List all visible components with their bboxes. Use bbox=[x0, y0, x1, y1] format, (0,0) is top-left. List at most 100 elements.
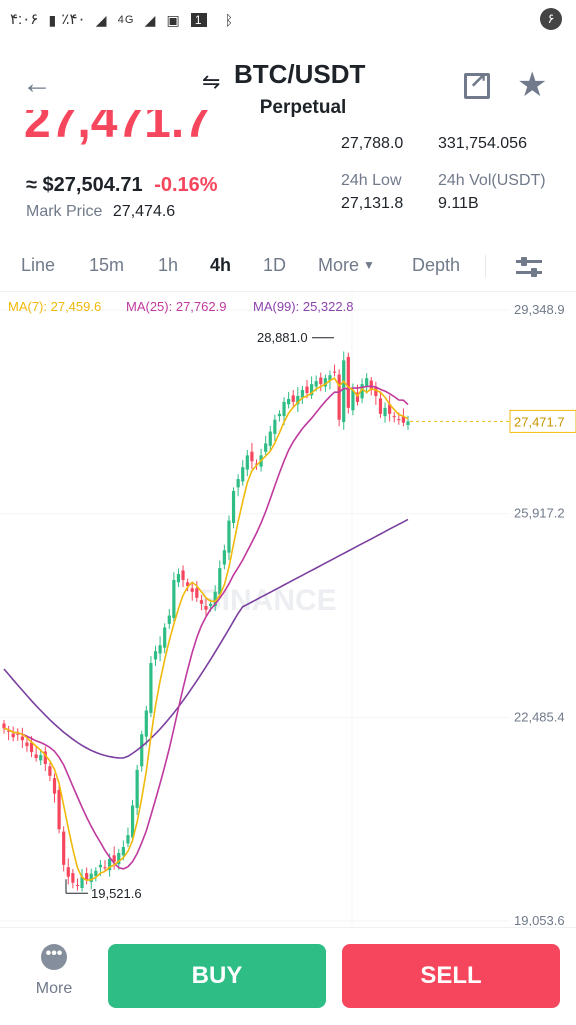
low-label: 24h Low bbox=[341, 172, 402, 189]
candle-body bbox=[158, 645, 162, 654]
tab-divider bbox=[485, 255, 486, 277]
candle-body bbox=[218, 568, 222, 595]
candle-body bbox=[282, 401, 286, 417]
high-marker-label: 28,881.0 bbox=[257, 330, 308, 345]
candle-body bbox=[337, 374, 341, 420]
tab-1h[interactable]: 1h bbox=[158, 255, 178, 276]
candle-body bbox=[190, 588, 194, 592]
candle-body bbox=[392, 416, 396, 418]
chart-settings-icon[interactable] bbox=[516, 255, 542, 279]
candle-body bbox=[204, 606, 208, 610]
turnover-value: 331,754.056 bbox=[438, 135, 527, 152]
caret-down-icon: ▼ bbox=[363, 258, 375, 272]
bluetooth-icon: ᛒ bbox=[224, 12, 235, 29]
candles bbox=[2, 351, 410, 892]
pair-label: BTC/USDT bbox=[234, 59, 366, 89]
candle-body bbox=[268, 431, 272, 446]
candle-body bbox=[176, 574, 181, 583]
more-dots-icon: ••• bbox=[41, 944, 67, 970]
candle-body bbox=[241, 467, 245, 482]
tab-1d[interactable]: 1D bbox=[263, 255, 286, 276]
candle-body bbox=[222, 550, 226, 565]
candle-body bbox=[227, 520, 231, 553]
candle-body bbox=[34, 754, 38, 759]
volume-value: 9.11B bbox=[438, 195, 479, 212]
candle-body bbox=[236, 479, 240, 488]
ma7-legend: MA(7): 27,459.6 bbox=[8, 299, 102, 314]
candle-body bbox=[351, 390, 355, 411]
candle-body bbox=[163, 627, 167, 648]
sim-badge: 1 bbox=[190, 13, 207, 28]
candle-body bbox=[383, 407, 387, 417]
ma7-line bbox=[3, 377, 409, 882]
status-time: ۴:۰۶ bbox=[10, 11, 39, 28]
candle-body bbox=[273, 419, 277, 434]
candle-body bbox=[365, 378, 369, 387]
axis-tick-label: 22,485.4 bbox=[514, 709, 565, 724]
tab-15m[interactable]: 15m bbox=[89, 255, 124, 276]
more-label: More bbox=[35, 980, 73, 997]
candlestick-chart[interactable]: BINANCE 29,348.925,917.222,485.419,053.6… bbox=[0, 290, 576, 926]
ma99-legend: MA(99): 25,322.8 bbox=[253, 299, 354, 314]
footer-bar: ••• More BUY SELL bbox=[0, 927, 576, 1025]
back-arrow-icon[interactable]: ← bbox=[22, 69, 52, 99]
low-marker-label: 19,521.6 bbox=[91, 886, 142, 901]
candle-body bbox=[11, 733, 15, 738]
axis-tick-label: 25,917.2 bbox=[514, 506, 565, 521]
candle-body bbox=[149, 663, 153, 713]
candle-body bbox=[332, 371, 337, 373]
candle-body bbox=[89, 873, 93, 883]
candle-body bbox=[153, 651, 158, 660]
candle-body bbox=[52, 778, 57, 794]
candle-body bbox=[144, 710, 148, 737]
signal-icon-2: ◢ bbox=[144, 11, 157, 28]
candle-body bbox=[378, 398, 383, 414]
candle-body bbox=[25, 742, 29, 747]
status-bar: ۴:۰۶ ▮ ٪۴۰ ◢ 4G ◢ ▣ 1 ᛒ ۶ bbox=[0, 0, 576, 40]
candle-body bbox=[140, 734, 144, 767]
tab-more[interactable]: More ▼ bbox=[318, 255, 375, 276]
tab-line[interactable]: Line bbox=[21, 255, 55, 276]
price-change: -0.16% bbox=[154, 174, 218, 196]
interval-tabs: Line 15m 1h 4h 1D More ▼ Depth bbox=[0, 255, 576, 281]
candle-body bbox=[342, 360, 346, 423]
mark-price-label: Mark Price bbox=[26, 203, 103, 220]
approx-price: ≈ $27,504.71 -0.16% bbox=[26, 174, 218, 196]
favorite-star-icon[interactable]: ★ bbox=[517, 65, 547, 105]
battery-icon: ▮ bbox=[48, 11, 58, 28]
axis-tick-label: 29,348.9 bbox=[514, 302, 565, 317]
candle-body bbox=[199, 600, 204, 604]
tab-depth[interactable]: Depth bbox=[412, 255, 460, 276]
candle-body bbox=[277, 413, 282, 417]
candle-body bbox=[172, 579, 176, 618]
candle-body bbox=[62, 831, 66, 865]
sell-button[interactable]: SELL bbox=[342, 944, 560, 1008]
price-axis: 29,348.9 25,917.2 22,485.4 19,053.6 bbox=[514, 302, 565, 926]
notification-badge: ۶ bbox=[540, 8, 562, 30]
candle-body bbox=[98, 864, 103, 868]
current-price-label: 27,471.7 bbox=[514, 414, 565, 429]
candle-body bbox=[264, 443, 268, 452]
candle-body bbox=[121, 847, 125, 856]
share-icon[interactable] bbox=[464, 68, 490, 99]
high-marker: 28,881.0 bbox=[257, 330, 334, 345]
pair-title[interactable]: BTC/USDT bbox=[202, 59, 365, 90]
candle-body bbox=[48, 766, 52, 776]
candle-body bbox=[250, 451, 254, 462]
tab-4h[interactable]: 4h bbox=[210, 255, 231, 276]
candle-body bbox=[71, 873, 75, 883]
ma25-legend: MA(25): 27,762.9 bbox=[126, 299, 227, 314]
candle-body bbox=[135, 769, 139, 808]
candle-body bbox=[103, 867, 107, 869]
candle-body bbox=[57, 790, 61, 830]
more-button[interactable]: ••• More bbox=[18, 944, 90, 998]
candle-body bbox=[195, 588, 199, 598]
buy-button[interactable]: BUY bbox=[108, 944, 326, 1008]
candle-body bbox=[75, 885, 80, 887]
gallery-icon: ▣ bbox=[166, 11, 181, 28]
signal-icon: ◢ bbox=[95, 11, 108, 28]
candle-body bbox=[319, 377, 323, 385]
low-value: 27,131.8 bbox=[341, 195, 404, 212]
high-value: 27,788.0 bbox=[341, 135, 404, 152]
network-type: 4G bbox=[117, 14, 135, 27]
